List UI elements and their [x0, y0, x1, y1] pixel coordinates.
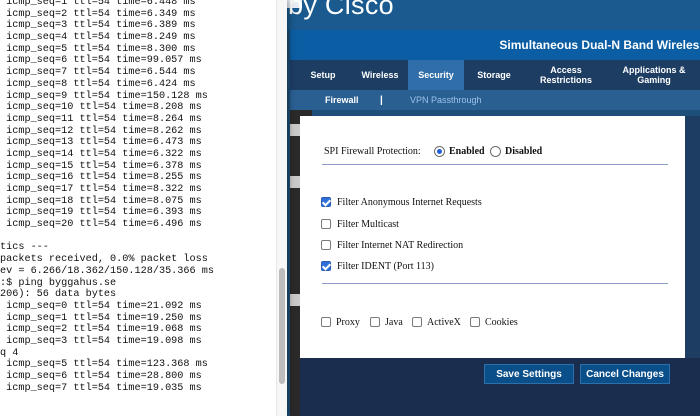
terminal-line: icmp_seq=17 ttl=54 time=8.322 ms [0, 184, 202, 195]
filter-nat-redirection-label: Filter Internet NAT Redirection [337, 240, 464, 251]
terminal-line: icmp_seq=2 ttl=54 time=6.349 ms [0, 8, 196, 20]
divider [322, 164, 668, 165]
terminal-line: icmp_seq=7 ttl=54 time=6.544 ms [0, 67, 196, 79]
filter-anonymous-label: Filter Anonymous Internet Requests [337, 197, 482, 208]
terminal-scroll-thumb[interactable] [279, 268, 285, 384]
terminal-line: icmp_seq=12 ttl=54 time=8.262 ms [0, 125, 202, 137]
terminal-line: :$ ping byggahus.se [0, 277, 117, 289]
main-tabs: Setup Wireless Security Storage Access R… [290, 60, 700, 90]
terminal-line: icmp_seq=6 ttl=54 time=28.800 ms [0, 371, 202, 382]
terminal-line: icmp_seq=3 ttl=54 time=6.389 ms [0, 20, 196, 32]
terminal-line: icmp_seq=4 ttl=54 time=8.249 ms [0, 32, 196, 44]
divider [322, 283, 668, 284]
terminal-line: q 4 [0, 347, 19, 359]
terminal-line: icmp_seq=13 ttl=54 time=6.473 ms [0, 137, 202, 149]
spi-enabled-radio[interactable] [434, 146, 445, 157]
sub-tabs: Firewall | VPN Passthrough [290, 90, 700, 110]
proxy-checkbox[interactable] [321, 317, 331, 327]
terminal-line: icmp_seq=10 ttl=54 time=8.208 ms [0, 102, 202, 114]
spi-enabled-label: Enabled [449, 146, 485, 157]
side-tab [290, 294, 300, 306]
tab-setup[interactable]: Setup [296, 60, 350, 90]
terminal-line: 206): 56 data bytes [0, 289, 117, 301]
filter-ident-label: Filter IDENT (Port 113) [337, 261, 434, 272]
product-name: Simultaneous Dual-N Band Wireless [499, 38, 700, 52]
subtab-vpn-passthrough[interactable]: VPN Passthrough [410, 90, 482, 110]
terminal-line: icmp_seq=5 ttl=54 time=8.300 ms [0, 43, 196, 55]
terminal-line: tics --- [0, 242, 49, 254]
proxy-label: Proxy [336, 317, 360, 328]
subtab-firewall[interactable]: Firewall [325, 90, 359, 110]
terminal-line: icmp_seq=6 ttl=54 time=99.057 ms [0, 55, 202, 67]
terminal-line: icmp_seq=5 ttl=54 time=123.368 ms [0, 359, 208, 371]
filter-anonymous-checkbox[interactable] [321, 197, 331, 207]
terminal-window[interactable]: icmp_seq=1 ttl=54 time=6.448 ms icmp_seq… [0, 0, 287, 416]
tab-wireless[interactable]: Wireless [352, 60, 408, 90]
cookies-checkbox[interactable] [470, 317, 480, 327]
spi-disabled-radio[interactable] [490, 146, 501, 157]
spi-firewall-label: SPI Firewall Protection: [324, 146, 421, 157]
save-settings-button[interactable]: Save Settings [484, 364, 574, 384]
terminal-output: icmp_seq=1 ttl=54 time=6.448 ms icmp_seq… [0, 0, 287, 394]
terminal-line: icmp_seq=16 ttl=54 time=8.255 ms [0, 172, 202, 184]
filter-ident-checkbox[interactable] [321, 261, 331, 271]
activex-checkbox[interactable] [412, 317, 422, 327]
terminal-line: icmp_seq=14 ttl=54 time=6.322 ms [0, 148, 202, 160]
brand-text: by Cisco [288, 0, 394, 20]
terminal-line: icmp_seq=1 ttl=54 time=6.448 ms [0, 0, 196, 8]
terminal-line: icmp_seq=8 ttl=54 time=6.424 ms [0, 78, 196, 90]
cookies-label: Cookies [485, 317, 518, 328]
side-tab [290, 124, 300, 136]
tab-access-restrictions[interactable]: Access Restrictions [528, 60, 604, 90]
terminal-line: icmp_seq=7 ttl=54 time=19.035 ms [0, 382, 202, 394]
filter-multicast-label: Filter Multicast [337, 219, 399, 230]
right-side-panel [685, 116, 700, 358]
tab-security[interactable]: Security [408, 60, 464, 90]
terminal-line: icmp_seq=2 ttl=54 time=19.068 ms [0, 324, 202, 336]
spi-disabled-label: Disabled [505, 146, 543, 157]
firewall-content-panel: SPI Firewall Protection: Enabled Disable… [300, 116, 685, 358]
terminal-line: icmp_seq=19 ttl=54 time=6.393 ms [0, 207, 202, 219]
terminal-line: icmp_seq=15 ttl=54 time=6.378 ms [0, 160, 202, 172]
cancel-changes-button[interactable]: Cancel Changes [580, 364, 670, 384]
terminal-line: icmp_seq=0 ttl=54 time=21.092 ms [0, 300, 202, 312]
tab-storage[interactable]: Storage [466, 60, 522, 90]
terminal-line: ev = 6.266/18.362/150.128/35.366 ms [0, 265, 214, 277]
terminal-line: icmp_seq=11 ttl=54 time=8.264 ms [0, 113, 202, 125]
java-checkbox[interactable] [370, 317, 380, 327]
terminal-line: icmp_seq=3 ttl=54 time=19.098 ms [0, 335, 202, 347]
product-bar: Simultaneous Dual-N Band Wireless [290, 30, 700, 60]
filter-nat-redirection-checkbox[interactable] [321, 240, 331, 250]
terminal-line: packets received, 0.0% packet loss [0, 254, 208, 266]
terminal-line: icmp_seq=9 ttl=54 time=150.128 ms [0, 90, 208, 102]
tab-applications-gaming[interactable]: Applications & Gaming [608, 60, 700, 90]
terminal-line: icmp_seq=1 ttl=54 time=19.250 ms [0, 312, 202, 324]
filter-multicast-checkbox[interactable] [321, 219, 331, 229]
terminal-line: icmp_seq=18 ttl=54 time=8.075 ms [0, 195, 202, 207]
side-tab [290, 176, 300, 188]
subtab-separator: | [380, 94, 383, 106]
activex-label: ActiveX [427, 317, 461, 328]
terminal-line: icmp_seq=20 ttl=54 time=6.496 ms [0, 219, 202, 231]
java-label: Java [385, 317, 403, 328]
